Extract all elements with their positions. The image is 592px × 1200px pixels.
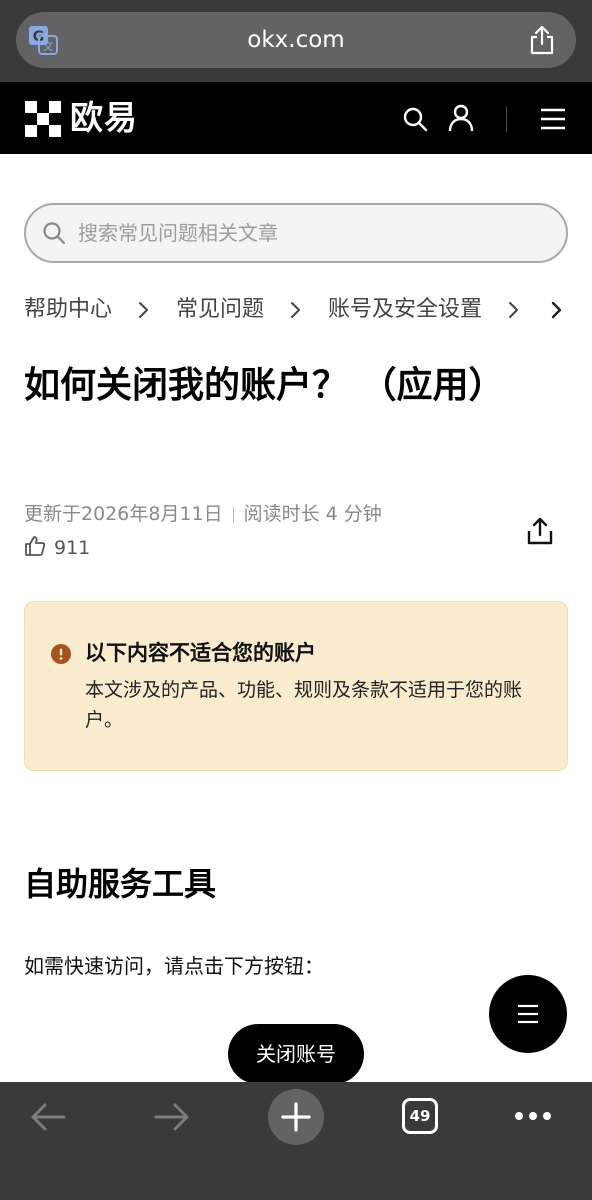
thumbs-up-icon: [25, 536, 46, 556]
chevron-right-icon: [291, 302, 301, 318]
user-icon[interactable]: [448, 104, 474, 132]
search-icon[interactable]: [402, 106, 428, 132]
breadcrumb: 帮助中心 常见问题 账号及安全设置: [24, 292, 592, 328]
search-icon: [43, 222, 66, 245]
read-time: 阅读时长 4 分钟: [243, 503, 382, 525]
more-icon[interactable]: [514, 1108, 552, 1124]
notice-banner: 以下内容不适合您的账户 本文涉及的产品、功能、规则及条款不适用于您的账户。: [24, 601, 568, 771]
notice-body: 本文涉及的产品、功能、规则及条款不适用于您的账户。: [85, 679, 523, 731]
chevron-right-icon: [139, 302, 149, 318]
section-text: 如需快速访问，请点击下方按钮：: [24, 954, 324, 978]
okx-logo-icon[interactable]: [24, 101, 62, 137]
breadcrumb-item-account-security[interactable]: 账号及安全设置: [328, 292, 482, 328]
meta-divider: [232, 506, 234, 523]
new-tab-button[interactable]: [268, 1089, 324, 1145]
header-divider: [506, 106, 507, 132]
like-button[interactable]: 911: [24, 534, 90, 562]
forward-arrow-icon[interactable]: [154, 1100, 190, 1134]
logo-text[interactable]: 欧易: [70, 96, 138, 140]
address-bar[interactable]: G 文 okx.com: [16, 12, 576, 68]
share-icon[interactable]: [525, 516, 555, 546]
back-arrow-icon[interactable]: [30, 1100, 66, 1134]
page-title: 如何关闭我的账户？ （应用）: [24, 365, 505, 406]
floating-menu-button[interactable]: [489, 975, 567, 1053]
tabs-icon[interactable]: 49: [402, 1098, 438, 1134]
menu-icon: [518, 1004, 538, 1024]
chevron-right-icon: [509, 302, 519, 318]
plus-icon: [281, 1102, 311, 1132]
search-box[interactable]: [24, 203, 568, 263]
browser-bottom-bar: 49: [0, 1082, 592, 1200]
like-count: 911: [54, 537, 91, 559]
breadcrumb-item-help-center[interactable]: 帮助中心: [24, 292, 112, 328]
section-title: 自助服务工具: [24, 865, 217, 903]
notice-title: 以下内容不适合您的账户: [85, 641, 316, 665]
close-account-button[interactable]: 关闭账号: [228, 1024, 364, 1084]
site-header: 欧易: [0, 82, 592, 154]
chevron-right-icon[interactable]: [546, 292, 568, 328]
browser-top-bar: G 文 okx.com: [0, 0, 592, 82]
updated-date: 更新于2026年8月11日: [24, 503, 223, 525]
search-input[interactable]: [78, 213, 548, 253]
article-meta: 更新于2026年8月11日 阅读时长 4 分钟: [24, 500, 382, 528]
url-text[interactable]: okx.com: [16, 12, 576, 68]
menu-icon[interactable]: [541, 108, 565, 130]
alert-icon: [51, 644, 71, 664]
share-icon[interactable]: [528, 25, 556, 55]
breadcrumb-item-faq[interactable]: 常见问题: [176, 292, 264, 328]
